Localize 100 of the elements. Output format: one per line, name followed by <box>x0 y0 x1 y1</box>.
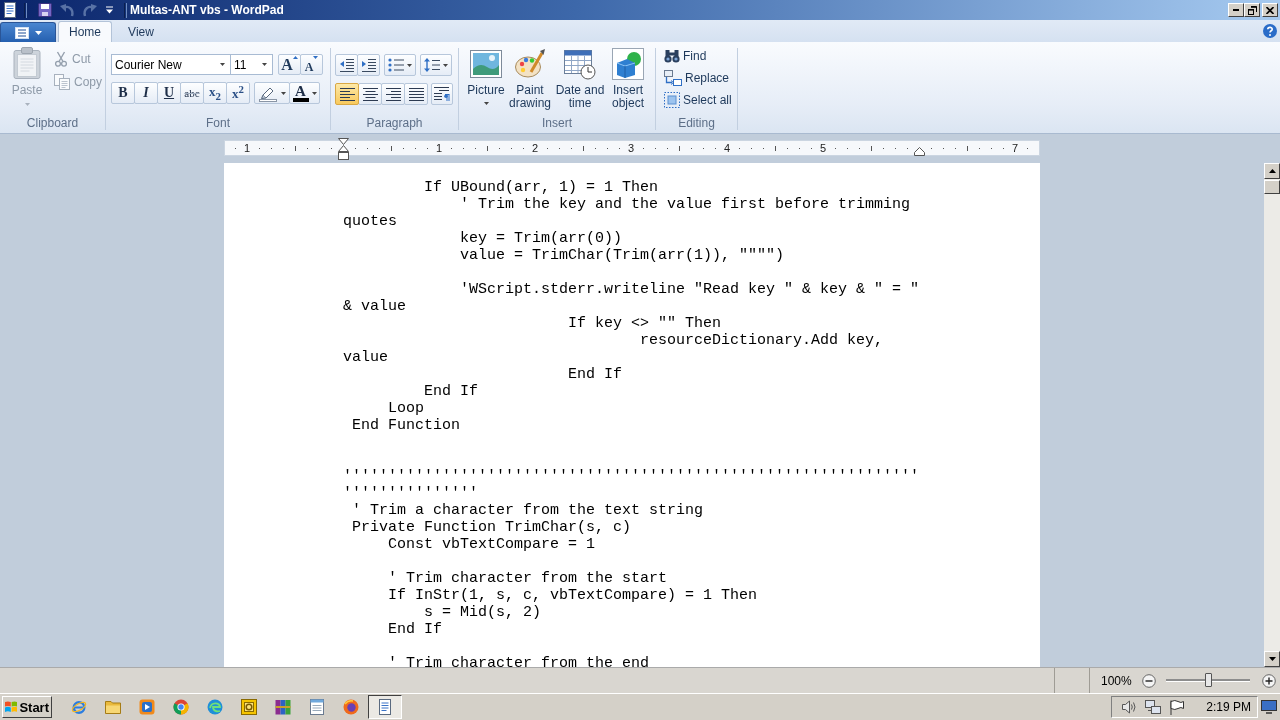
italic-button[interactable]: I <box>134 82 158 104</box>
scrollbar-thumb[interactable] <box>1264 180 1280 194</box>
binoculars-icon <box>664 49 680 63</box>
scroll-up-button[interactable] <box>1264 163 1280 179</box>
align-left-icon <box>339 87 355 101</box>
document-icon[interactable] <box>2 2 18 18</box>
align-justify-button[interactable] <box>404 83 428 105</box>
line-spacing-button[interactable] <box>420 54 452 76</box>
code-line: ''''''''''''''' <box>343 485 479 502</box>
code-line: value = TrimChar(Trim(arr(1)), """") <box>460 247 785 264</box>
paint-drawing-button[interactable]: Paint drawing <box>507 44 553 116</box>
align-right-button[interactable] <box>381 83 405 105</box>
ruler-number: 1 <box>242 141 252 155</box>
start-button[interactable]: Start <box>2 696 52 718</box>
align-center-icon <box>362 87 378 101</box>
file-menu-button[interactable] <box>0 22 56 42</box>
clipboard-icon <box>13 47 41 79</box>
ruler-number: 7 <box>1010 141 1020 155</box>
circle-logo-icon[interactable] <box>173 699 189 715</box>
speaker-icon[interactable] <box>1122 700 1138 714</box>
scroll-down-button[interactable] <box>1264 651 1280 667</box>
restore-button[interactable] <box>1244 3 1260 17</box>
group-label: Insert <box>542 116 572 131</box>
shrink-font-button[interactable]: A <box>300 54 323 75</box>
monitor-icon[interactable] <box>1261 700 1277 714</box>
dropdown-caret-icon[interactable] <box>105 6 114 14</box>
paragraph-button[interactable] <box>431 83 453 105</box>
text-color-button[interactable]: A <box>289 82 320 104</box>
ribbon-tab[interactable]: Home <box>58 21 112 42</box>
ruler-number: 4 <box>722 141 732 155</box>
decrease-indent-button[interactable] <box>335 54 358 76</box>
minimize-icon <box>1233 9 1239 11</box>
underline-button[interactable]: U <box>157 82 181 104</box>
code-line: ' Trim character from the end <box>388 655 650 667</box>
minimize-button[interactable] <box>1228 3 1244 17</box>
zoom-out-icon[interactable] <box>1141 673 1156 688</box>
align-center-button[interactable] <box>358 83 382 105</box>
align-left-button[interactable] <box>335 83 359 105</box>
code-line: s = Mid(s, 2) <box>424 604 542 621</box>
ring-tile-icon[interactable] <box>241 699 257 715</box>
active-taskbar-button[interactable] <box>368 695 402 719</box>
highlight-button[interactable] <box>254 82 290 104</box>
menu-lines-icon <box>14 26 29 39</box>
code-line: If key <> "" Then <box>568 315 722 332</box>
line-spacing-icon <box>424 58 440 72</box>
select-all-button[interactable]: Select all <box>662 90 737 110</box>
find-button[interactable]: Find <box>662 46 737 66</box>
font-size-dropdown[interactable]: 11 <box>230 54 273 75</box>
caret-icon <box>483 102 489 105</box>
date-time-button[interactable]: Date and time <box>553 44 607 116</box>
help-icon[interactable] <box>1263 24 1277 38</box>
zoom-in-icon[interactable] <box>1261 673 1276 688</box>
code-line: End Function <box>352 417 461 434</box>
insert-object-button[interactable]: Insert object <box>607 44 649 116</box>
play-icon[interactable] <box>139 699 155 715</box>
code-line: End If <box>424 383 479 400</box>
bullet-list-button[interactable] <box>384 54 416 76</box>
left-indent-handle[interactable] <box>338 138 349 160</box>
right-indent-handle[interactable] <box>914 147 925 156</box>
code-line: If InStr(1, s, c, vbTextCompare) = 1 Then <box>388 587 758 604</box>
superscript-button[interactable]: x$^{2}$ <box>226 82 250 104</box>
insert-picture-button[interactable]: Picture <box>465 44 507 116</box>
small-caret-down-icon <box>313 56 319 59</box>
replace-button[interactable]: Replace <box>662 68 737 88</box>
caret-icon <box>24 103 30 106</box>
clock[interactable]: 2:19 PM <box>1206 700 1251 714</box>
slider-thumb[interactable] <box>1204 673 1212 687</box>
group-label: Clipboard <box>26 116 79 131</box>
notepad-icon[interactable] <box>310 699 324 715</box>
code-line: End If <box>568 366 623 383</box>
color-bar-icon <box>292 98 309 102</box>
code-line: If UBound(arr, 1) = 1 Then <box>424 179 659 196</box>
subscript-button[interactable]: x$_{2}$ <box>203 82 227 104</box>
grow-font-button[interactable]: A <box>278 54 301 75</box>
ring-logo-icon[interactable] <box>71 699 87 715</box>
palette-icon <box>514 48 546 80</box>
close-button[interactable] <box>1262 3 1278 17</box>
caret-icon <box>262 63 267 66</box>
down-arrow-icon <box>1268 657 1276 661</box>
books-icon[interactable] <box>275 699 291 715</box>
scissors-icon <box>54 51 68 67</box>
code-line: ' Trim a character from the text string <box>352 502 704 519</box>
landscape-picture-icon <box>470 50 502 78</box>
flag-icon[interactable] <box>1169 699 1185 715</box>
document-page[interactable] <box>224 163 1040 667</box>
bold-button[interactable]: B <box>111 82 135 104</box>
vertical-scrollbar[interactable] <box>1264 163 1280 667</box>
ribbon-tab[interactable]: View <box>114 21 168 42</box>
code-line: ' Trim character from the start <box>388 570 668 587</box>
font-name-dropdown[interactable]: Courier New <box>111 54 231 75</box>
increase-indent-button[interactable] <box>357 54 380 76</box>
network-icon[interactable] <box>1145 699 1162 715</box>
orb-logo-icon[interactable] <box>343 699 359 715</box>
folder-icon[interactable] <box>105 700 121 714</box>
align-right-icon <box>385 87 401 101</box>
justify-icon <box>408 87 424 101</box>
code-line: '''''''''''''''''''''''''''''''''''''''''''''''''''''''''''''''' <box>343 468 920 485</box>
increase-indent-icon <box>360 58 377 72</box>
ruler-number: 3 <box>626 141 636 155</box>
ruler-number: 2 <box>530 141 540 155</box>
